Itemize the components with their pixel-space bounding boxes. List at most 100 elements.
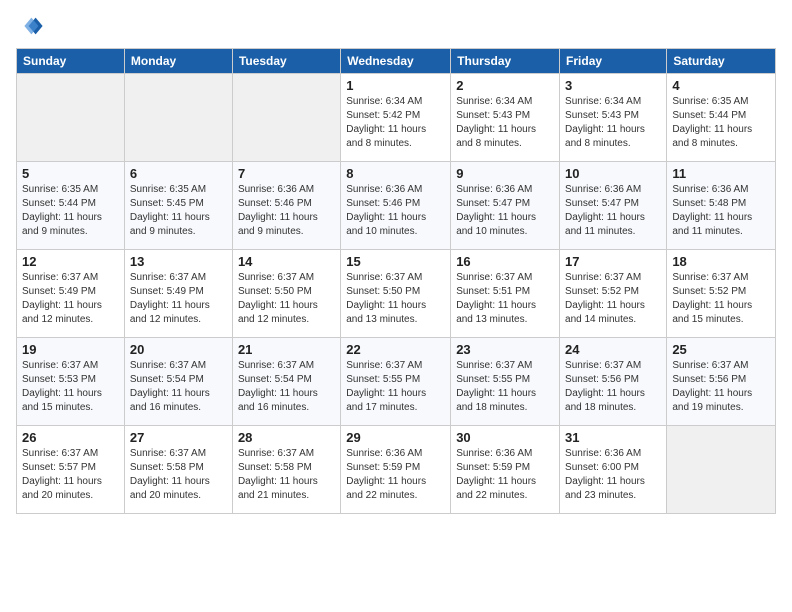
calendar-cell: 31 Sunrise: 6:36 AM Sunset: 6:00 PM Dayli… — [560, 426, 667, 514]
day-detail: Sunrise: 6:35 AM Sunset: 5:44 PM Dayligh… — [672, 95, 770, 151]
calendar-cell: 3 Sunrise: 6:34 AM Sunset: 5:43 PM Daylig… — [560, 74, 667, 162]
calendar-cell: 11Sunrise: 6:36 AM Sunset: 5:48 PM Dayli… — [667, 162, 776, 250]
calendar-cell: 18 Sunrise: 6:37 AM Sunset: 5:52 PM Dayli… — [667, 250, 776, 338]
day-number: 23 — [456, 342, 554, 357]
day-number: 21 — [238, 342, 335, 357]
day-number: 18 — [672, 254, 770, 269]
weekday-header: Saturday — [667, 49, 776, 74]
page: SundayMondayTuesdayWednesdayThursdayFrid… — [0, 0, 792, 612]
calendar-week-row: 5 Sunrise: 6:35 AM Sunset: 5:44 PM Daylig… — [17, 162, 776, 250]
day-detail: Sunrise: 6:36 AM Sunset: 5:47 PM Dayligh… — [456, 183, 554, 239]
calendar-table: SundayMondayTuesdayWednesdayThursdayFrid… — [16, 48, 776, 514]
day-detail: Sunrise: 6:37 AM Sunset: 5:49 PM Dayligh… — [22, 271, 119, 327]
day-detail: Sunrise: 6:37 AM Sunset: 5:50 PM Dayligh… — [238, 271, 335, 327]
calendar-cell: 22 Sunrise: 6:37 AM Sunset: 5:55 PM Dayli… — [341, 338, 451, 426]
calendar-week-row: 19 Sunrise: 6:37 AM Sunset: 5:53 PM Dayli… — [17, 338, 776, 426]
calendar-cell: 28 Sunrise: 6:37 AM Sunset: 5:58 PM Dayli… — [232, 426, 340, 514]
calendar-cell — [124, 74, 232, 162]
day-number: 2 — [456, 78, 554, 93]
day-number: 5 — [22, 166, 119, 181]
weekday-header: Thursday — [451, 49, 560, 74]
day-number: 13 — [130, 254, 227, 269]
weekday-header: Monday — [124, 49, 232, 74]
weekday-header-row: SundayMondayTuesdayWednesdayThursdayFrid… — [17, 49, 776, 74]
day-detail: Sunrise: 6:37 AM Sunset: 5:50 PM Dayligh… — [346, 271, 445, 327]
calendar-cell: 20 Sunrise: 6:37 AM Sunset: 5:54 PM Dayli… — [124, 338, 232, 426]
day-number: 29 — [346, 430, 445, 445]
day-number: 8 — [346, 166, 445, 181]
calendar-cell: 1Sunrise: 6:34 AM Sunset: 5:42 PM Daylig… — [341, 74, 451, 162]
calendar-cell: 21 Sunrise: 6:37 AM Sunset: 5:54 PM Dayli… — [232, 338, 340, 426]
day-detail: Sunrise: 6:37 AM Sunset: 5:56 PM Dayligh… — [672, 359, 770, 415]
day-number: 26 — [22, 430, 119, 445]
day-number: 30 — [456, 430, 554, 445]
calendar-cell — [667, 426, 776, 514]
calendar-cell: 2 Sunrise: 6:34 AM Sunset: 5:43 PM Daylig… — [451, 74, 560, 162]
day-detail: Sunrise: 6:36 AM Sunset: 5:46 PM Dayligh… — [346, 183, 445, 239]
calendar-cell: 23 Sunrise: 6:37 AM Sunset: 5:55 PM Dayli… — [451, 338, 560, 426]
day-detail: Sunrise: 6:37 AM Sunset: 5:54 PM Dayligh… — [130, 359, 227, 415]
day-detail: Sunrise: 6:37 AM Sunset: 5:58 PM Dayligh… — [238, 447, 335, 503]
day-number: 11 — [672, 166, 770, 181]
day-detail: Sunrise: 6:34 AM Sunset: 5:43 PM Dayligh… — [456, 95, 554, 151]
day-detail: Sunrise: 6:37 AM Sunset: 5:55 PM Dayligh… — [456, 359, 554, 415]
day-number: 9 — [456, 166, 554, 181]
calendar-cell: 7 Sunrise: 6:36 AM Sunset: 5:46 PM Daylig… — [232, 162, 340, 250]
day-detail: Sunrise: 6:37 AM Sunset: 5:58 PM Dayligh… — [130, 447, 227, 503]
logo — [16, 12, 46, 40]
weekday-header: Friday — [560, 49, 667, 74]
calendar-week-row: 12 Sunrise: 6:37 AM Sunset: 5:49 PM Dayli… — [17, 250, 776, 338]
day-detail: Sunrise: 6:37 AM Sunset: 5:52 PM Dayligh… — [672, 271, 770, 327]
day-number: 20 — [130, 342, 227, 357]
calendar-cell: 17 Sunrise: 6:37 AM Sunset: 5:52 PM Dayli… — [560, 250, 667, 338]
calendar-cell: 26 Sunrise: 6:37 AM Sunset: 5:57 PM Dayli… — [17, 426, 125, 514]
calendar-cell: 25 Sunrise: 6:37 AM Sunset: 5:56 PM Dayli… — [667, 338, 776, 426]
day-number: 31 — [565, 430, 661, 445]
day-detail: Sunrise: 6:36 AM Sunset: 6:00 PM Dayligh… — [565, 447, 661, 503]
day-detail: Sunrise: 6:36 AM Sunset: 5:59 PM Dayligh… — [346, 447, 445, 503]
day-detail: Sunrise: 6:34 AM Sunset: 5:43 PM Dayligh… — [565, 95, 661, 151]
day-number: 25 — [672, 342, 770, 357]
calendar-cell: 12 Sunrise: 6:37 AM Sunset: 5:49 PM Dayli… — [17, 250, 125, 338]
calendar-cell: 15Sunrise: 6:37 AM Sunset: 5:50 PM Dayli… — [341, 250, 451, 338]
calendar-cell: 6Sunrise: 6:35 AM Sunset: 5:45 PM Daylig… — [124, 162, 232, 250]
calendar-cell: 30Sunrise: 6:36 AM Sunset: 5:59 PM Dayli… — [451, 426, 560, 514]
weekday-header: Wednesday — [341, 49, 451, 74]
day-detail: Sunrise: 6:35 AM Sunset: 5:44 PM Dayligh… — [22, 183, 119, 239]
day-number: 27 — [130, 430, 227, 445]
day-number: 19 — [22, 342, 119, 357]
day-detail: Sunrise: 6:37 AM Sunset: 5:51 PM Dayligh… — [456, 271, 554, 327]
day-number: 7 — [238, 166, 335, 181]
calendar-cell: 24 Sunrise: 6:37 AM Sunset: 5:56 PM Dayli… — [560, 338, 667, 426]
day-number: 6 — [130, 166, 227, 181]
day-number: 17 — [565, 254, 661, 269]
day-number: 22 — [346, 342, 445, 357]
calendar-cell: 5 Sunrise: 6:35 AM Sunset: 5:44 PM Daylig… — [17, 162, 125, 250]
day-number: 3 — [565, 78, 661, 93]
calendar-cell: 19 Sunrise: 6:37 AM Sunset: 5:53 PM Dayli… — [17, 338, 125, 426]
day-number: 28 — [238, 430, 335, 445]
calendar-cell: 9 Sunrise: 6:36 AM Sunset: 5:47 PM Daylig… — [451, 162, 560, 250]
weekday-header: Tuesday — [232, 49, 340, 74]
day-detail: Sunrise: 6:36 AM Sunset: 5:47 PM Dayligh… — [565, 183, 661, 239]
calendar-cell: 13Sunrise: 6:37 AM Sunset: 5:49 PM Dayli… — [124, 250, 232, 338]
logo-icon — [16, 12, 44, 40]
calendar-cell: 14Sunrise: 6:37 AM Sunset: 5:50 PM Dayli… — [232, 250, 340, 338]
day-number: 12 — [22, 254, 119, 269]
day-detail: Sunrise: 6:37 AM Sunset: 5:57 PM Dayligh… — [22, 447, 119, 503]
day-detail: Sunrise: 6:37 AM Sunset: 5:55 PM Dayligh… — [346, 359, 445, 415]
calendar-cell: 27 Sunrise: 6:37 AM Sunset: 5:58 PM Dayli… — [124, 426, 232, 514]
header — [16, 12, 776, 40]
calendar-week-row: 1Sunrise: 6:34 AM Sunset: 5:42 PM Daylig… — [17, 74, 776, 162]
day-number: 10 — [565, 166, 661, 181]
calendar-cell: 10 Sunrise: 6:36 AM Sunset: 5:47 PM Dayli… — [560, 162, 667, 250]
day-detail: Sunrise: 6:36 AM Sunset: 5:46 PM Dayligh… — [238, 183, 335, 239]
calendar-cell: 8 Sunrise: 6:36 AM Sunset: 5:46 PM Daylig… — [341, 162, 451, 250]
day-number: 24 — [565, 342, 661, 357]
day-detail: Sunrise: 6:37 AM Sunset: 5:56 PM Dayligh… — [565, 359, 661, 415]
day-detail: Sunrise: 6:37 AM Sunset: 5:54 PM Dayligh… — [238, 359, 335, 415]
day-detail: Sunrise: 6:37 AM Sunset: 5:52 PM Dayligh… — [565, 271, 661, 327]
calendar-cell: 29 Sunrise: 6:36 AM Sunset: 5:59 PM Dayli… — [341, 426, 451, 514]
day-detail: Sunrise: 6:37 AM Sunset: 5:53 PM Dayligh… — [22, 359, 119, 415]
calendar-cell: 4Sunrise: 6:35 AM Sunset: 5:44 PM Daylig… — [667, 74, 776, 162]
